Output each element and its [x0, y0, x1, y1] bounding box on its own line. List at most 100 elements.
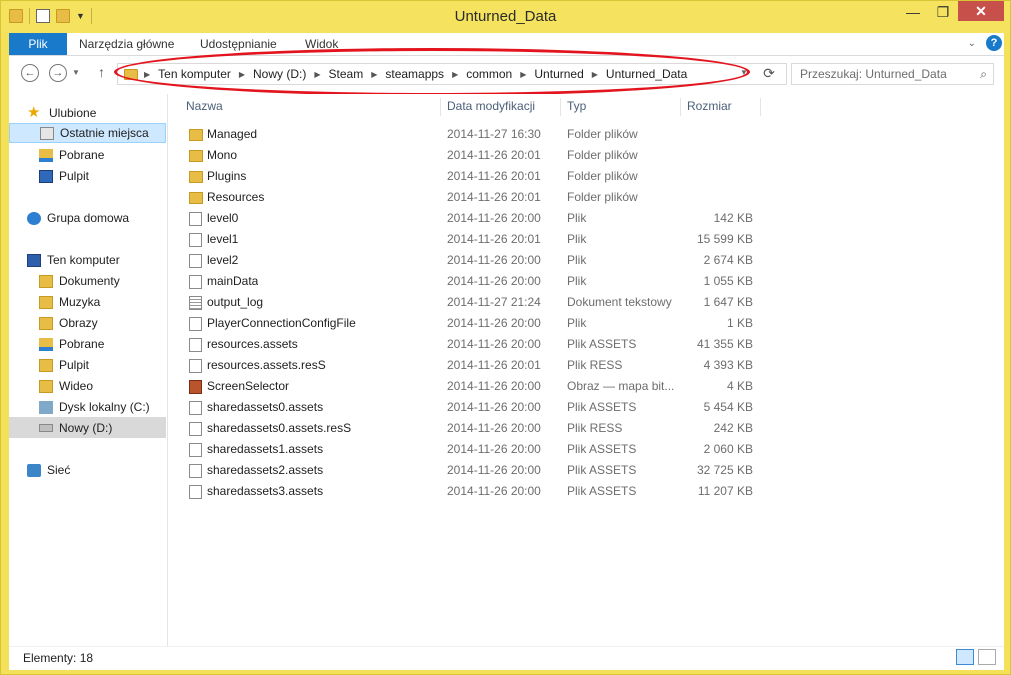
table-row[interactable]: sharedassets2.assets 2014-11-26 20:00 Plik…	[179, 460, 759, 481]
breadcrumb-item[interactable]: Unturned_Data	[606, 67, 687, 81]
folder-icon	[189, 150, 203, 162]
table-row[interactable]: sharedassets0.assets 2014-11-26 20:00 Plik…	[179, 397, 759, 418]
nav-label: Dysk lokalny (C:)	[59, 400, 150, 414]
table-row[interactable]: PlayerConnectionConfigFile 2014-11-26 20:…	[179, 313, 759, 334]
column-divider[interactable]	[680, 98, 681, 116]
file-icon	[189, 443, 202, 457]
nav-item-recent-places[interactable]: Ostatnie miejsca	[9, 123, 166, 143]
file-size: 1 647 KB	[703, 295, 753, 309]
table-row[interactable]: output_log 2014-11-27 21:24 Dokument tekst…	[179, 292, 759, 313]
back-button[interactable]: ←	[21, 64, 39, 82]
breadcrumb-separator-icon[interactable]: ▶	[452, 70, 458, 79]
table-row[interactable]: level2 2014-11-26 20:00 Plik 2 674 KB	[179, 250, 759, 271]
search-box[interactable]: Przeszukaj: Unturned_Data ⌕	[791, 63, 994, 85]
breadcrumb-item[interactable]: common	[466, 67, 512, 81]
file-icon	[189, 422, 202, 436]
text-document-icon	[189, 296, 202, 310]
tab-share[interactable]: Udostępnianie	[200, 33, 277, 55]
nav-item-downloads-pc[interactable]: Pobrane	[39, 334, 104, 354]
file-size: 4 393 KB	[703, 358, 753, 372]
address-history-chevron-icon[interactable]: ▼	[740, 68, 748, 77]
table-row[interactable]: Resources 2014-11-26 20:01 Folder plików	[179, 187, 759, 208]
table-row[interactable]: level0 2014-11-26 20:00 Plik 142 KB	[179, 208, 759, 229]
table-row[interactable]: resources.assets 2014-11-26 20:00 Plik ASS…	[179, 334, 759, 355]
file-type: Folder plików	[567, 127, 638, 141]
file-size: 242 KB	[713, 421, 753, 435]
tab-file[interactable]: Plik	[9, 33, 67, 55]
expand-ribbon-chevron-icon[interactable]: ⌄	[968, 38, 976, 49]
breadcrumb-item[interactable]: Unturned	[534, 67, 583, 81]
column-divider[interactable]	[760, 98, 761, 116]
title-bar[interactable]: ▼ Unturned_Data — ❐ ✕	[1, 1, 1010, 33]
column-header-size[interactable]: Rozmiar	[687, 94, 732, 118]
nav-label: Sieć	[47, 463, 71, 477]
breadcrumb-separator-icon[interactable]: ▶	[144, 70, 150, 79]
nav-item-downloads[interactable]: Pobrane	[39, 145, 104, 165]
details-view-icon[interactable]	[956, 649, 974, 665]
nav-item-desktop-pc[interactable]: Pulpit	[39, 355, 89, 375]
breadcrumb-separator-icon[interactable]: ▶	[592, 70, 598, 79]
close-button[interactable]: ✕	[958, 1, 1004, 21]
nav-label: Dokumenty	[59, 274, 120, 288]
breadcrumb-separator-icon[interactable]: ▶	[520, 70, 526, 79]
nav-item-videos[interactable]: Wideo	[39, 376, 93, 396]
breadcrumb-item[interactable]: Steam	[329, 67, 364, 81]
help-icon[interactable]: ?	[986, 35, 1002, 51]
column-divider[interactable]	[440, 98, 441, 116]
nav-item-pictures[interactable]: Obrazy	[39, 313, 98, 333]
nav-group-homegroup[interactable]: Grupa domowa	[27, 208, 129, 228]
large-icons-view-icon[interactable]	[978, 649, 996, 665]
file-date: 2014-11-26 20:01	[447, 232, 541, 246]
nav-item-local-disk-c[interactable]: Dysk lokalny (C:)	[39, 397, 150, 417]
recent-locations-chevron-icon[interactable]: ▼	[72, 68, 80, 77]
search-input[interactable]: Przeszukaj: Unturned_Data	[800, 67, 947, 81]
column-header-type[interactable]: Typ	[567, 94, 586, 118]
file-type: Plik ASSETS	[567, 400, 637, 414]
nav-label: Pulpit	[59, 358, 90, 372]
table-row[interactable]: Plugins 2014-11-26 20:01 Folder plików	[179, 166, 759, 187]
file-type: Plik ASSETS	[567, 484, 637, 498]
table-row[interactable]: Mono 2014-11-26 20:01 Folder plików	[179, 145, 759, 166]
file-date: 2014-11-27 16:30	[447, 127, 541, 141]
breadcrumb-separator-icon[interactable]: ▶	[371, 70, 377, 79]
breadcrumb-item[interactable]: Nowy (D:)	[253, 67, 306, 81]
breadcrumb-separator-icon[interactable]: ▶	[239, 70, 245, 79]
file-name: ScreenSelector	[207, 379, 290, 393]
refresh-button[interactable]: ⟳	[758, 63, 780, 85]
breadcrumb-separator-icon[interactable]: ▶	[314, 70, 320, 79]
table-row[interactable]: sharedassets1.assets 2014-11-26 20:00 Plik…	[179, 439, 759, 460]
minimize-button[interactable]: —	[898, 1, 928, 23]
tab-home[interactable]: Narzędzia główne	[79, 33, 174, 55]
nav-item-music[interactable]: Muzyka	[39, 292, 100, 312]
up-button[interactable]: ↑	[98, 64, 105, 80]
column-header-date[interactable]: Data modyfikacji	[447, 94, 535, 118]
table-row[interactable]: Managed 2014-11-27 16:30 Folder plików	[179, 124, 759, 145]
nav-group-this-pc[interactable]: Ten komputer	[27, 250, 120, 270]
nav-label: Pobrane	[59, 337, 105, 351]
nav-group-network[interactable]: Sieć	[27, 460, 70, 480]
breadcrumb-item[interactable]: steamapps	[385, 67, 444, 81]
address-bar[interactable]: ▶ Ten komputer ▶ Nowy (D:) ▶ Steam ▶ ste…	[117, 63, 787, 85]
column-header-name[interactable]: Nazwa	[186, 94, 223, 118]
nav-group-favorites[interactable]: ★ Ulubione	[27, 103, 96, 123]
file-name: sharedassets3.assets	[207, 484, 324, 498]
nav-item-desktop[interactable]: Pulpit	[39, 166, 89, 186]
table-row[interactable]: resources.assets.resS 2014-11-26 20:01 Pli…	[179, 355, 759, 376]
table-row[interactable]: sharedassets0.assets.resS 2014-11-26 20:0…	[179, 418, 759, 439]
nav-item-drive-d[interactable]: Nowy (D:)	[9, 417, 166, 438]
nav-item-documents[interactable]: Dokumenty	[39, 271, 120, 291]
forward-button[interactable]: →	[49, 64, 67, 82]
breadcrumb-item[interactable]: Ten komputer	[158, 67, 231, 81]
file-type: Plik	[567, 274, 587, 288]
window-title: Unturned_Data	[454, 8, 557, 25]
table-row[interactable]: sharedassets3.assets 2014-11-26 20:00 Plik…	[179, 481, 759, 502]
table-row[interactable]: mainData 2014-11-26 20:00 Plik 1 055 KB	[179, 271, 759, 292]
search-icon[interactable]: ⌕	[980, 67, 987, 82]
table-row[interactable]: level1 2014-11-26 20:01 Plik 15 599 KB	[179, 229, 759, 250]
file-icon	[189, 254, 202, 268]
maximize-button[interactable]: ❐	[928, 1, 958, 23]
tab-view[interactable]: Widok	[305, 33, 338, 55]
window-controls: — ❐ ✕	[898, 1, 1004, 23]
table-row[interactable]: ScreenSelector 2014-11-26 20:00 Obraz — ma…	[179, 376, 759, 397]
column-divider[interactable]	[560, 98, 561, 116]
